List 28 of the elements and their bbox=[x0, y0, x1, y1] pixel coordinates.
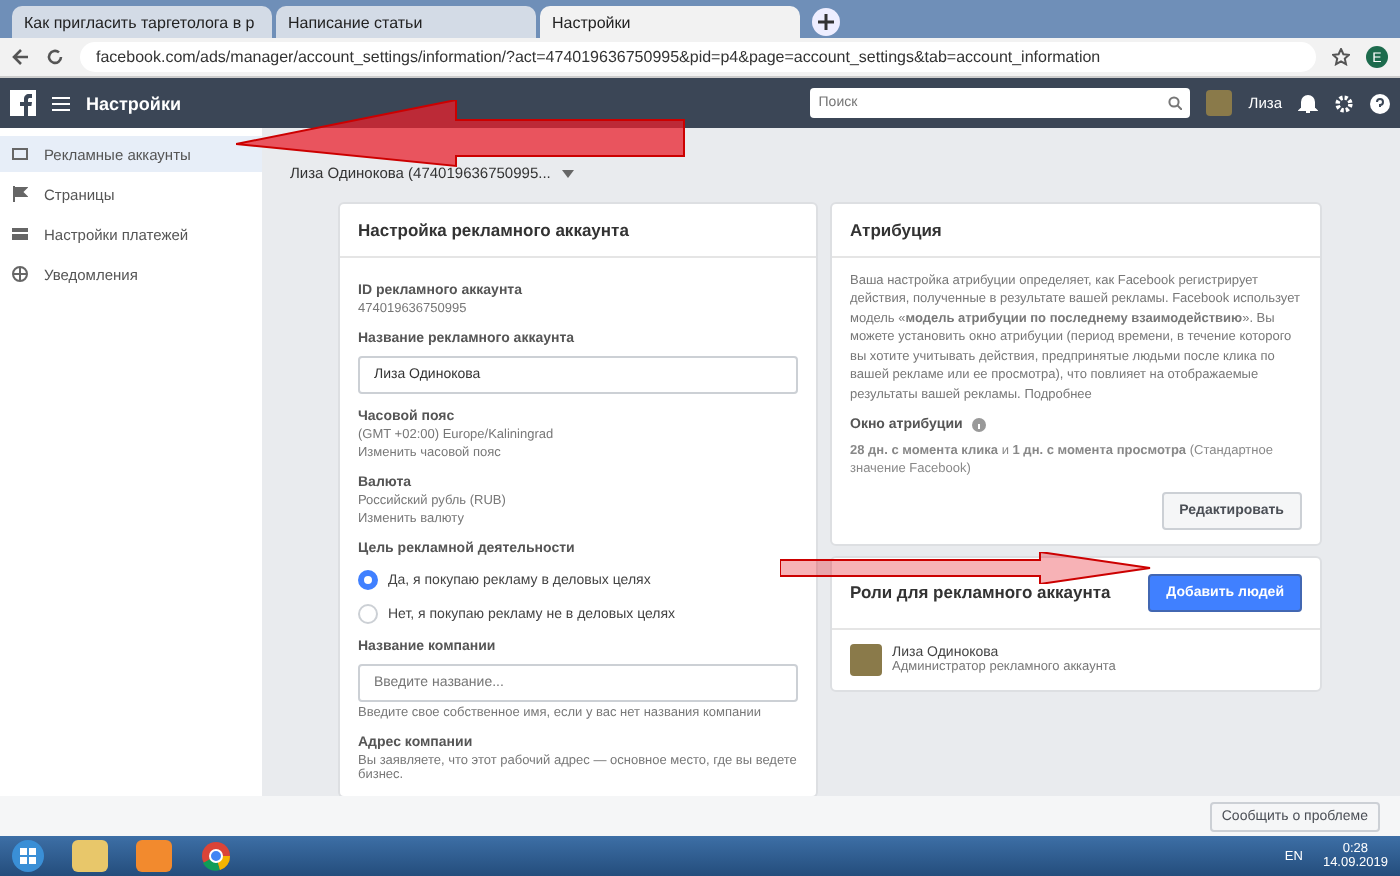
card-icon bbox=[12, 148, 28, 160]
info-icon[interactable] bbox=[972, 417, 987, 432]
reload-icon[interactable] bbox=[46, 48, 64, 66]
settings-icon[interactable] bbox=[1334, 93, 1354, 113]
browser-tab[interactable]: Настройки bbox=[540, 6, 800, 38]
menu-icon[interactable] bbox=[52, 95, 70, 111]
page-title: Настройки bbox=[86, 93, 183, 113]
back-icon[interactable] bbox=[12, 48, 30, 66]
bell-icon[interactable] bbox=[1298, 93, 1318, 113]
new-tab-icon[interactable] bbox=[812, 8, 840, 36]
card-title: Атрибуция bbox=[832, 204, 1320, 258]
url-field[interactable]: facebook.com/ads/manager/account_settings/information/?act=474019636750995&pid=p4&page=account_settings&tab=account_information bbox=[80, 42, 1316, 72]
browser-tab[interactable]: Написание статьи bbox=[276, 6, 536, 38]
globe-icon bbox=[12, 266, 28, 282]
payment-icon bbox=[12, 228, 28, 240]
card-title: Настройка рекламного аккаунта bbox=[340, 204, 816, 258]
logo-icon[interactable] bbox=[10, 90, 36, 116]
flag-icon bbox=[12, 186, 28, 202]
radio-button[interactable] bbox=[358, 604, 378, 624]
help-icon[interactable] bbox=[1370, 93, 1390, 113]
start-icon[interactable] bbox=[12, 840, 44, 872]
browser-icon[interactable] bbox=[200, 840, 232, 872]
search-icon[interactable] bbox=[1168, 96, 1183, 110]
radio-button[interactable] bbox=[358, 570, 378, 590]
card-title: Роли для рекламного аккаунта bbox=[850, 582, 1111, 603]
browser-tab[interactable]: Как пригласить таргетолога в р bbox=[12, 6, 272, 38]
star-icon[interactable] bbox=[1332, 48, 1350, 66]
avatar-placeholder bbox=[850, 643, 882, 676]
